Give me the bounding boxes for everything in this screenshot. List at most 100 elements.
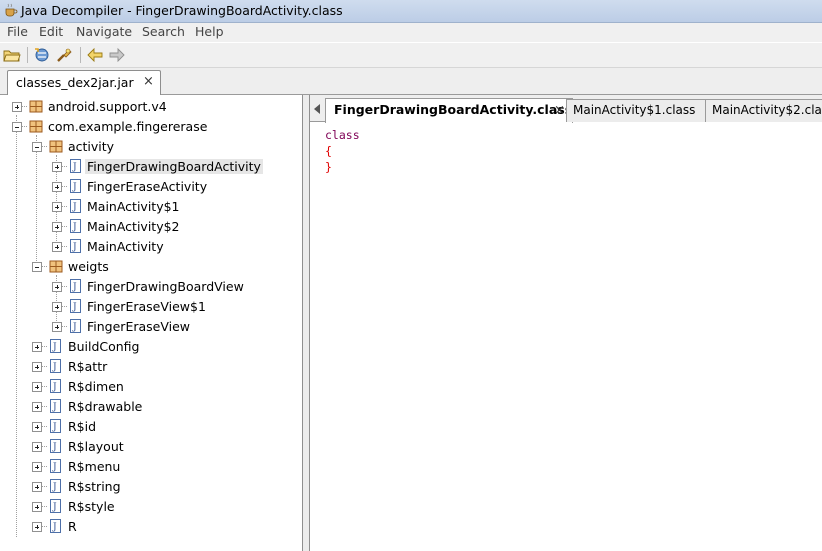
svg-text:J: J	[52, 383, 57, 393]
tree-item-r-layout[interactable]: J R$layout	[1, 437, 301, 457]
tree-item-label: weigts	[68, 259, 109, 274]
tree-item-weigts[interactable]: weigts	[1, 257, 301, 277]
scroll-tabs-left-icon[interactable]	[314, 104, 320, 114]
expand-icon[interactable]	[32, 522, 42, 532]
collapse-icon[interactable]	[32, 262, 42, 272]
tree-item-label: R$string	[68, 479, 121, 494]
tree-item-fingerdrawingboardactivity[interactable]: J FingerDrawingBoardActivity	[1, 157, 301, 177]
tree-item-label: activity	[68, 139, 115, 154]
tree-item-fingereraseactivity[interactable]: J FingerEraseActivity	[1, 177, 301, 197]
java-file-icon: J	[70, 299, 81, 313]
tab-label: classes_dex2jar.jar	[16, 75, 134, 90]
menu-help[interactable]: Help	[195, 24, 224, 39]
tree-item-r-string[interactable]: J R$string	[1, 477, 301, 497]
tree-item-r-id[interactable]: J R$id	[1, 417, 301, 437]
tree-connector	[42, 346, 47, 347]
expand-icon[interactable]	[52, 162, 62, 172]
menu-navigate[interactable]: Navigate	[76, 24, 132, 39]
tree-item-r-menu[interactable]: J R$menu	[1, 457, 301, 477]
expand-icon[interactable]	[32, 342, 42, 352]
tree-connector	[42, 386, 47, 387]
close-icon[interactable]: ×	[554, 103, 565, 118]
tab-mainactivity-1-class[interactable]: MainActivity$1.class	[566, 99, 706, 122]
expand-icon[interactable]	[32, 502, 42, 512]
svg-text:J: J	[52, 423, 57, 433]
tree-item-mainactivity-1[interactable]: J MainActivity$1	[1, 197, 301, 217]
tree-item-label: MainActivity$1	[87, 199, 180, 214]
close-icon[interactable]: ×	[143, 74, 154, 89]
tree-item-mainactivity-2[interactable]: J MainActivity$2	[1, 217, 301, 237]
expand-icon[interactable]	[32, 442, 42, 452]
expand-icon[interactable]	[32, 362, 42, 372]
expand-icon[interactable]	[12, 102, 22, 112]
tree-item-r-style[interactable]: J R$style	[1, 497, 301, 517]
tree-item-com-example-fingererase[interactable]: com.example.fingererase	[1, 117, 301, 137]
java-file-icon: J	[70, 279, 81, 293]
java-file-icon: J	[70, 319, 81, 333]
java-file-icon: J	[70, 239, 81, 253]
java-file-icon: J	[50, 379, 61, 393]
menu-file[interactable]: File	[7, 24, 28, 39]
open-type-icon[interactable]	[33, 46, 51, 64]
package-icon	[49, 260, 63, 273]
forward-icon[interactable]	[108, 46, 126, 64]
tree-item-fingereraseview[interactable]: J FingerEraseView	[1, 317, 301, 337]
toolbar-separator	[80, 47, 81, 63]
tree-connector	[62, 206, 67, 207]
java-file-icon: J	[70, 199, 81, 213]
tree-item-buildconfig[interactable]: J BuildConfig	[1, 337, 301, 357]
expand-icon[interactable]	[52, 282, 62, 292]
expand-icon[interactable]	[52, 202, 62, 212]
tree-item-fingerdrawingboardview[interactable]: J FingerDrawingBoardView	[1, 277, 301, 297]
tree-item-fingereraseview-1[interactable]: J FingerEraseView$1	[1, 297, 301, 317]
tree-item-label: FingerDrawingBoardView	[87, 279, 244, 294]
tree-item-label: com.example.fingererase	[48, 119, 208, 134]
java-file-icon: J	[70, 179, 81, 193]
back-icon[interactable]	[86, 46, 104, 64]
collapse-icon[interactable]	[32, 142, 42, 152]
tree-item-r-attr[interactable]: J R$attr	[1, 357, 301, 377]
tab-fingerdrawingboardactivity-class[interactable]: FingerDrawingBoardActivity.class ×	[325, 98, 573, 123]
open-file-icon[interactable]	[3, 46, 21, 64]
svg-text:J: J	[72, 323, 77, 333]
tree-item-activity[interactable]: activity	[1, 137, 301, 157]
tree-item-label: BuildConfig	[68, 339, 140, 354]
expand-icon[interactable]	[52, 322, 62, 332]
svg-text:J: J	[72, 163, 77, 173]
source-view: FingerDrawingBoardActivity.class × MainA…	[309, 95, 822, 551]
tree-item-label: R$drawable	[68, 399, 143, 414]
expand-icon[interactable]	[32, 422, 42, 432]
expand-icon[interactable]	[32, 382, 42, 392]
search-icon[interactable]	[55, 46, 73, 64]
tree-connector	[42, 146, 47, 147]
tree-item-label: R$dimen	[68, 379, 124, 394]
expand-icon[interactable]	[52, 242, 62, 252]
menu-search[interactable]: Search	[142, 24, 185, 39]
tab-mainactivity-2-class[interactable]: MainActivity$2.class	[705, 99, 822, 122]
tree-connector	[42, 406, 47, 407]
menu-edit[interactable]: Edit	[39, 24, 63, 39]
collapse-icon[interactable]	[12, 122, 22, 132]
expand-icon[interactable]	[52, 302, 62, 312]
tree-item-r[interactable]: J R	[1, 517, 301, 537]
tree-item-android-support-v4[interactable]: android.support.v4	[1, 97, 301, 117]
expand-icon[interactable]	[32, 482, 42, 492]
java-file-icon: J	[50, 479, 61, 493]
tree-connector	[42, 266, 47, 267]
expand-icon[interactable]	[32, 462, 42, 472]
tree-item-r-drawable[interactable]: J R$drawable	[1, 397, 301, 417]
code-editor[interactable]: class { }	[325, 127, 360, 175]
tree-connector	[62, 246, 67, 247]
java-file-icon: J	[50, 439, 61, 453]
class-tab-bar: FingerDrawingBoardActivity.class × MainA…	[310, 95, 822, 123]
expand-icon[interactable]	[52, 222, 62, 232]
tab-classes-dex2jar[interactable]: classes_dex2jar.jar ×	[7, 70, 161, 95]
tree-item-r-dimen[interactable]: J R$dimen	[1, 377, 301, 397]
svg-text:J: J	[72, 283, 77, 293]
expand-icon[interactable]	[32, 402, 42, 412]
tree-connector	[62, 186, 67, 187]
file-tab-bar: classes_dex2jar.jar ×	[0, 68, 822, 95]
tree-item-mainactivity[interactable]: J MainActivity	[1, 237, 301, 257]
svg-text:J: J	[52, 403, 57, 413]
expand-icon[interactable]	[52, 182, 62, 192]
